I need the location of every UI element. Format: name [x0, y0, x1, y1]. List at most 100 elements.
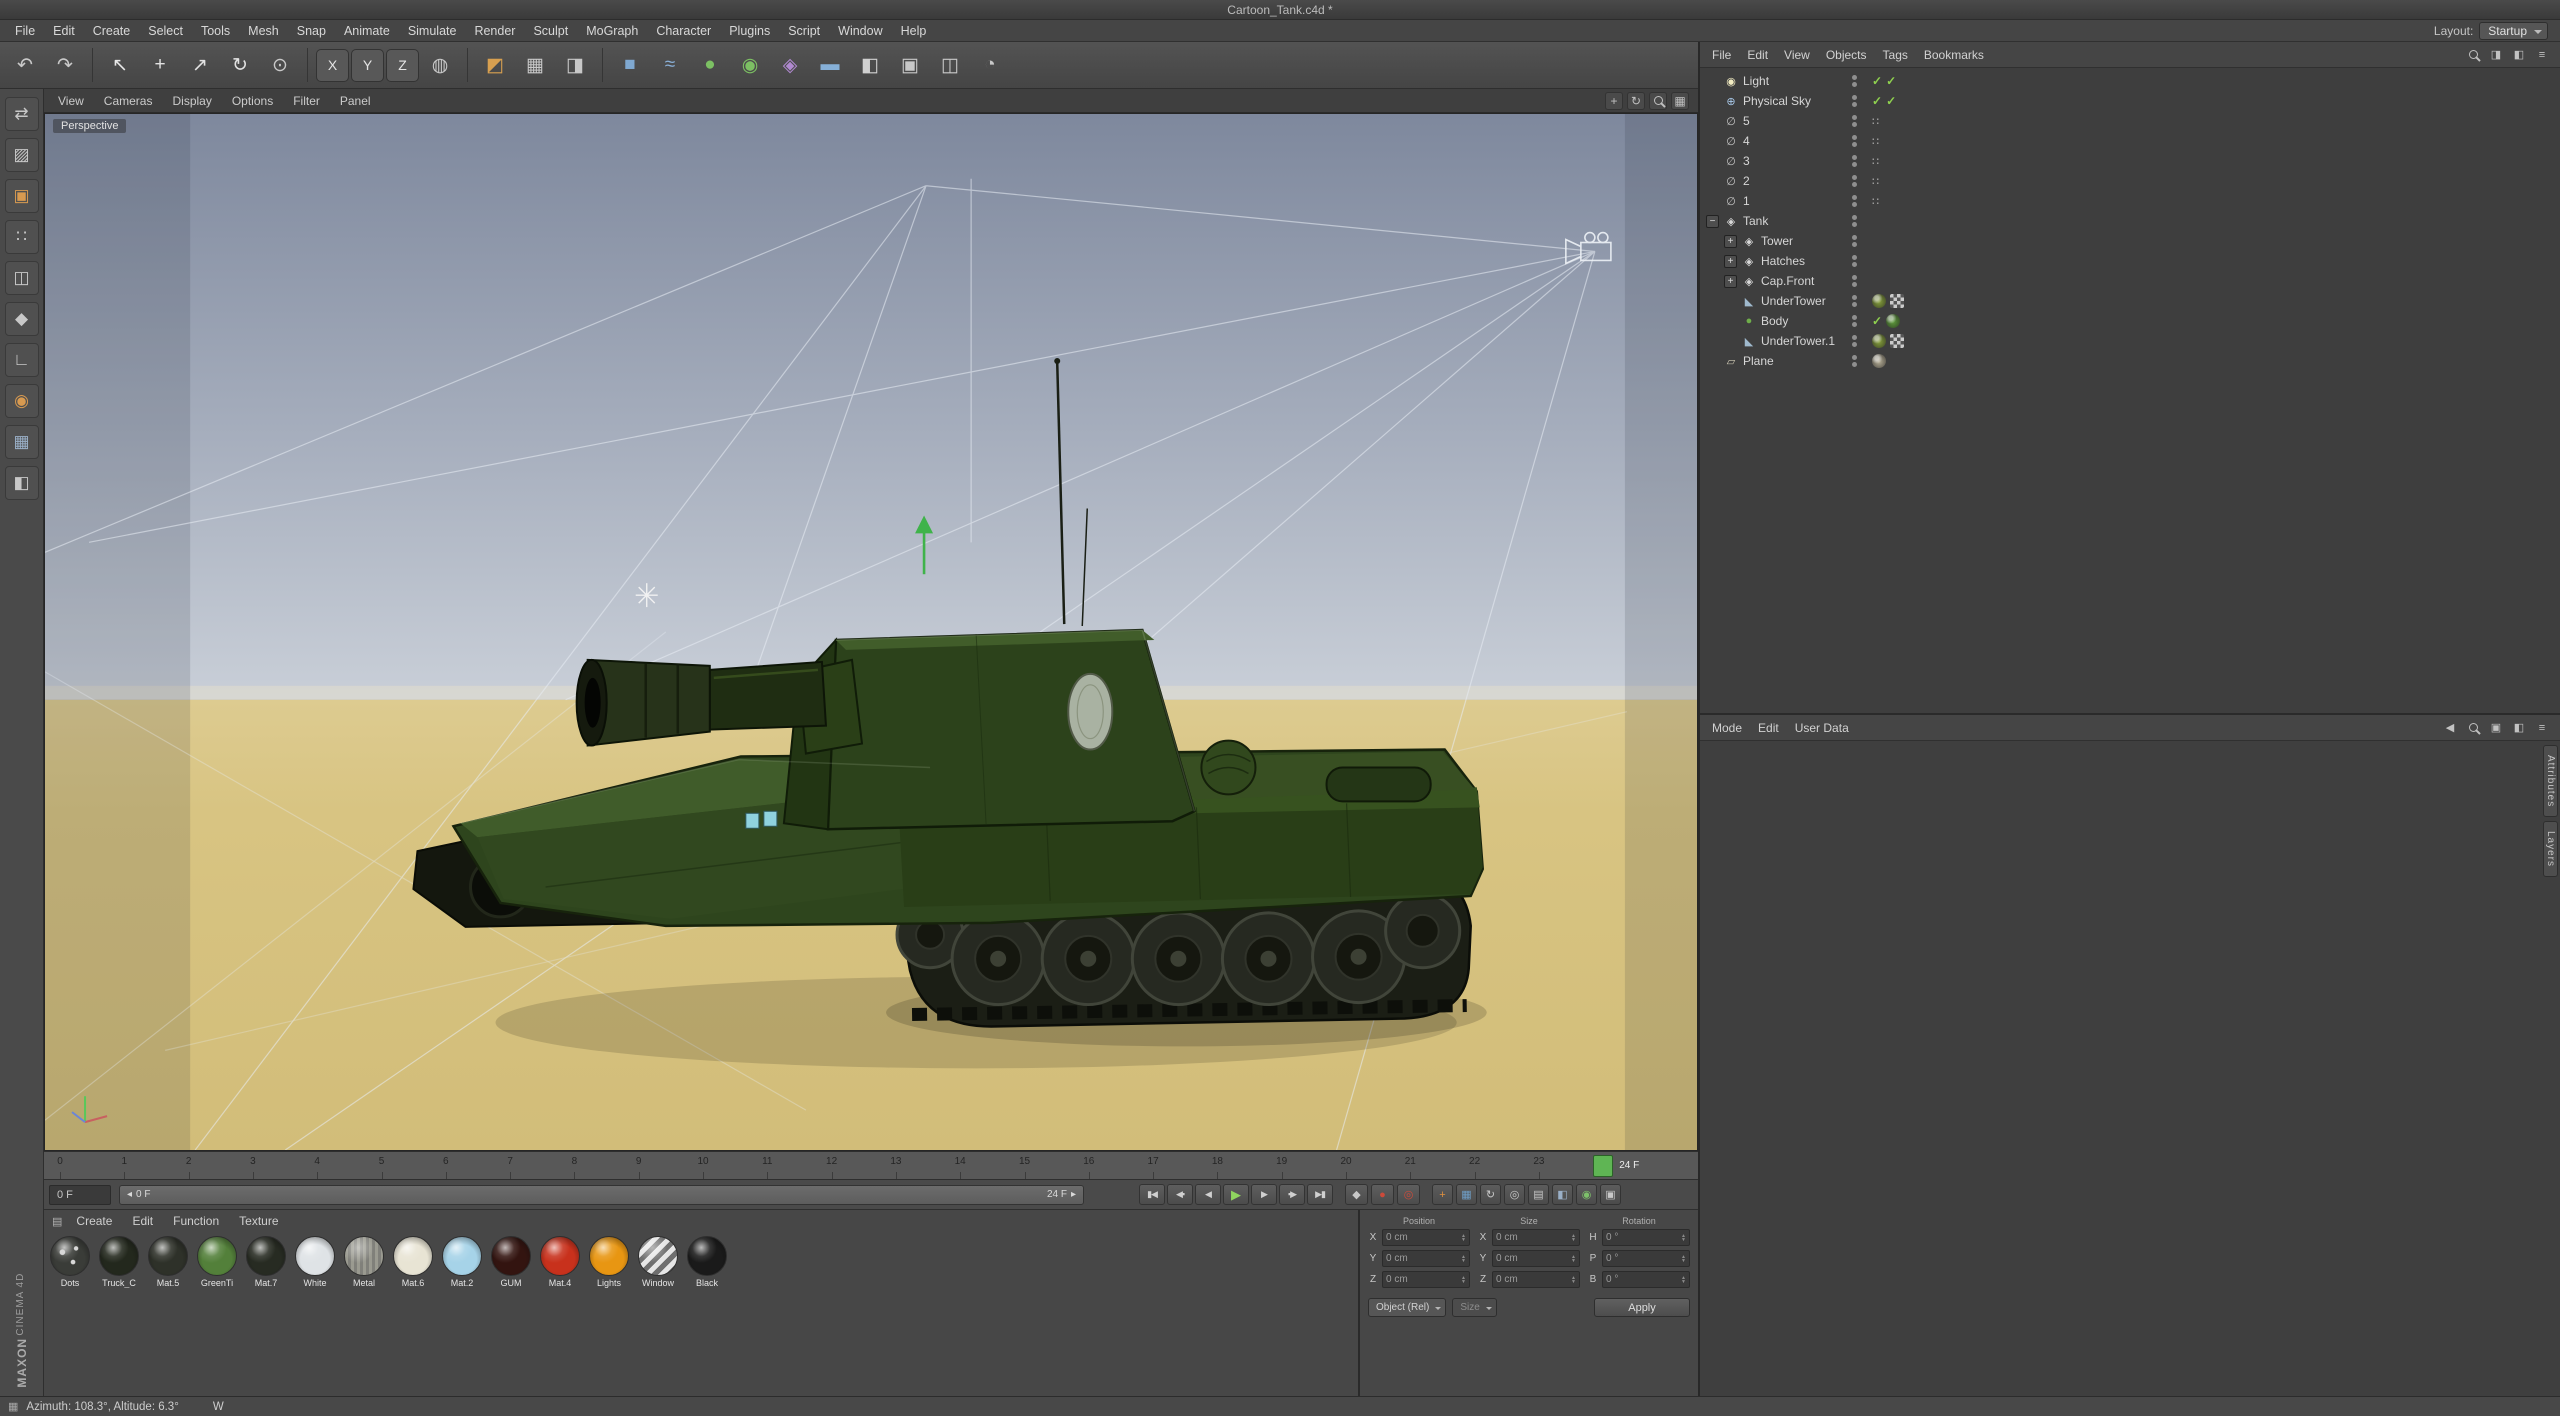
timeline-ruler[interactable]: 0 1 2 3 4 5 6 7 8 9 10 11 12 13 14 15 16 17 18 19 20 21 22 23 24…	[44, 1151, 1698, 1180]
material-white[interactable]: White	[291, 1236, 339, 1288]
visibility-dots[interactable]	[1852, 95, 1857, 107]
object-row-1[interactable]: ∅ 1 ∷	[1700, 191, 2560, 211]
viewport-menu-filter[interactable]: Filter	[283, 94, 330, 108]
history-back-icon[interactable]: ◀	[2442, 720, 2458, 736]
size-mode-dropdown[interactable]: Size	[1452, 1298, 1497, 1317]
visibility-dots[interactable]	[1852, 235, 1857, 247]
filter-icon[interactable]: ◨	[2488, 47, 2504, 63]
keying-settings-toggle[interactable]: ◉	[1576, 1184, 1597, 1205]
viewport-menu-options[interactable]: Options	[222, 94, 283, 108]
undo-button[interactable]: ↶	[6, 46, 44, 84]
object-manager-menu-tags[interactable]: Tags	[1875, 48, 1916, 62]
object-row-body[interactable]: ● Body ✓	[1700, 311, 2560, 331]
copy-icon[interactable]: ▣	[2488, 720, 2504, 736]
material-mat-4[interactable]: Mat.4	[536, 1236, 584, 1288]
attribute-manager-menu-mode[interactable]: Mode	[1704, 721, 1750, 735]
side-tab-attributes[interactable]: Attributes	[2543, 745, 2558, 818]
object-manager-menu-file[interactable]: File	[1704, 48, 1739, 62]
lock-y-axis-button[interactable]: Y	[351, 48, 384, 82]
coord-stepper[interactable]: ▲ ▼	[1681, 1254, 1686, 1263]
material-metal[interactable]: Metal	[340, 1236, 388, 1288]
material-truck-c[interactable]: Truck_C	[95, 1236, 143, 1288]
material-gum[interactable]: GUM	[487, 1236, 535, 1288]
materials-menu-create[interactable]: Create	[66, 1214, 122, 1228]
coord-field-size-x[interactable]: 0 cm ▲ ▼	[1492, 1229, 1580, 1246]
orbit-view-icon[interactable]: ↻	[1627, 91, 1645, 110]
expander-hatches[interactable]: +	[1724, 254, 1737, 268]
visibility-dots[interactable]	[1852, 275, 1857, 287]
menu-mesh[interactable]: Mesh	[239, 24, 288, 38]
coord-field-rotation-p[interactable]: 0 ° ▲ ▼	[1602, 1250, 1690, 1267]
menu-simulate[interactable]: Simulate	[399, 24, 466, 38]
expander-tower[interactable]: +	[1724, 234, 1737, 248]
xpresso-tag-icon[interactable]: ∷	[1872, 135, 1879, 148]
menu-tools[interactable]: Tools	[192, 24, 239, 38]
object-row-tank[interactable]: − ◈ Tank	[1700, 211, 2560, 231]
edge-mode[interactable]: ◫	[4, 261, 39, 295]
keyframe-selection-button[interactable]: ◎	[1397, 1184, 1420, 1205]
record-rotation-toggle[interactable]: ↻	[1480, 1184, 1501, 1205]
visibility-dots[interactable]	[1852, 175, 1857, 187]
scale-tool[interactable]: ↗	[181, 46, 219, 84]
previous-key-button[interactable]: ◀▪	[1167, 1184, 1193, 1205]
grid-snap-toggle[interactable]: ▦	[4, 425, 39, 459]
object-row-undertower-1[interactable]: ◣ UnderTower.1	[1700, 331, 2560, 351]
object-manager-menu-bookmarks[interactable]: Bookmarks	[1916, 48, 1992, 62]
texture-tag-icon[interactable]	[1890, 334, 1904, 348]
search-icon[interactable]	[2465, 47, 2481, 63]
viewport-menu-view[interactable]: View	[48, 94, 94, 108]
material-mat-7[interactable]: Mat.7	[242, 1236, 290, 1288]
xpresso-tag-icon[interactable]: ∷	[1872, 175, 1879, 188]
menu-window[interactable]: Window	[829, 24, 891, 38]
record-pla-toggle[interactable]: ▤	[1528, 1184, 1549, 1205]
material-window[interactable]: Window	[634, 1236, 682, 1288]
render-to-picture-viewer-button[interactable]: ◫	[931, 46, 969, 84]
menu-render[interactable]: Render	[465, 24, 524, 38]
material-mat-5[interactable]: Mat.5	[144, 1236, 192, 1288]
panel-menu-icon[interactable]: ≡	[2534, 47, 2550, 63]
object-manager-menu-objects[interactable]: Objects	[1818, 48, 1875, 62]
object-row-4[interactable]: ∅ 4 ∷	[1700, 131, 2560, 151]
visibility-dots[interactable]	[1852, 215, 1857, 227]
attribute-manager-menu-edit[interactable]: Edit	[1750, 721, 1787, 735]
add-environment-button[interactable]: ▬	[811, 46, 849, 84]
snap-toggle[interactable]: ◉	[4, 384, 39, 418]
coord-stepper[interactable]: ▲ ▼	[1681, 1233, 1686, 1242]
object-row-2[interactable]: ∅ 2 ∷	[1700, 171, 2560, 191]
object-row-cap-front[interactable]: + ◈ Cap.Front	[1700, 271, 2560, 291]
object-manager-tree[interactable]: ◉ Light ✓ ✓ ⊕ Physical Sky ✓ ✓ ∅ 5 ∷ ∅ 4 ∷ ∅ 3 ∷ ∅ 2 ∷ ∅ 1 ∷ − ◈…	[1700, 68, 2560, 715]
coord-field-size-z[interactable]: 0 cm ▲ ▼	[1492, 1271, 1580, 1288]
object-row-undertower[interactable]: ◣ UnderTower	[1700, 291, 2560, 311]
material-tag-icon[interactable]	[1872, 354, 1886, 368]
visibility-dots[interactable]	[1852, 135, 1857, 147]
add-spline-button[interactable]: ≈	[651, 46, 689, 84]
lock-workplane-toggle[interactable]: ◧	[4, 466, 39, 500]
coord-stepper[interactable]: ▲ ▼	[1571, 1254, 1576, 1263]
viewport-menu-panel[interactable]: Panel	[330, 94, 381, 108]
attribute-manager-menu-user-data[interactable]: User Data	[1787, 721, 1857, 735]
side-tab-layers[interactable]: Layers	[2543, 821, 2558, 878]
coord-stepper[interactable]: ▲ ▼	[1461, 1254, 1466, 1263]
coord-field-position-z[interactable]: 0 cm ▲ ▼	[1382, 1271, 1470, 1288]
menu-file[interactable]: File	[6, 24, 44, 38]
pan-view-icon[interactable]: +	[1605, 91, 1623, 110]
menu-snap[interactable]: Snap	[288, 24, 335, 38]
coord-field-rotation-b[interactable]: 0 ° ▲ ▼	[1602, 1271, 1690, 1288]
texture-tag-icon[interactable]	[1890, 294, 1904, 308]
move-tool[interactable]: +	[141, 46, 179, 84]
rotate-tool[interactable]: ↻	[221, 46, 259, 84]
menu-mograph[interactable]: MoGraph	[577, 24, 647, 38]
axis-mode-button[interactable]: ◨	[556, 46, 594, 84]
toggle-views-icon[interactable]: ▦	[1671, 91, 1689, 110]
lock-z-axis-button[interactable]: Z	[386, 48, 419, 82]
coord-field-rotation-h[interactable]: 0 ° ▲ ▼	[1602, 1229, 1690, 1246]
viewport-label[interactable]: Perspective	[53, 119, 127, 133]
last-used-tool[interactable]: ⊙	[261, 46, 299, 84]
make-editable-mode[interactable]: ⇄	[4, 97, 39, 131]
redo-button[interactable]: ↷	[46, 46, 84, 84]
panel-menu-icon[interactable]: ≡	[2534, 720, 2550, 736]
make-editable-button[interactable]: ◩	[476, 46, 514, 84]
lock-x-axis-button[interactable]: X	[316, 48, 349, 82]
polygon-mode[interactable]: ◆	[4, 302, 39, 336]
autokeying-button[interactable]: ●	[1371, 1184, 1394, 1205]
